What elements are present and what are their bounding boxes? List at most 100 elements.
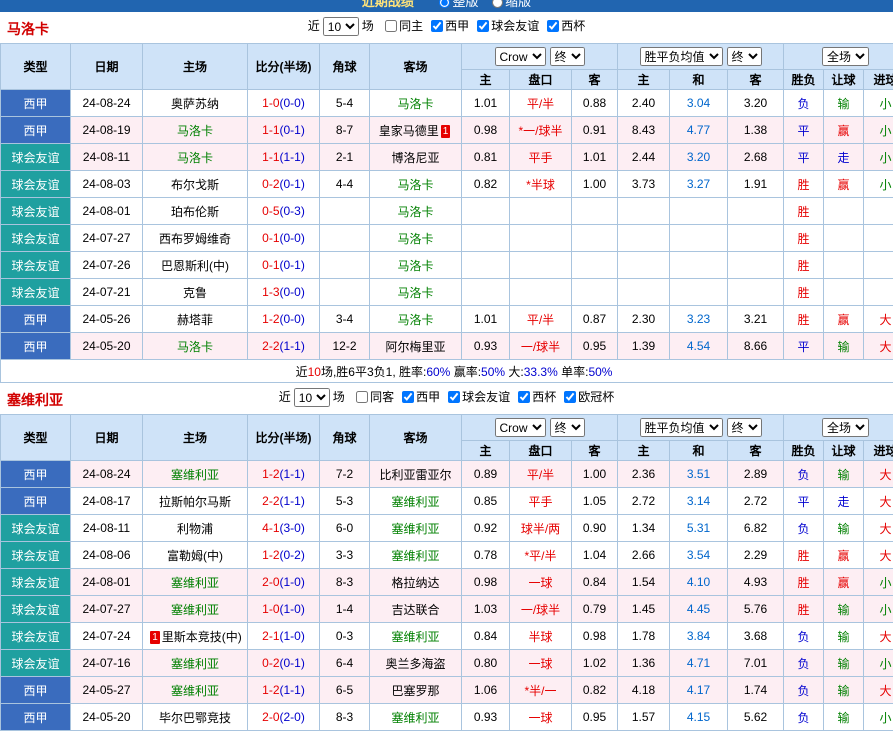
away-team-name[interactable]: 塞维利亚 — [391, 549, 439, 563]
filter-checkbox[interactable]: 欧冠杯 — [564, 390, 614, 404]
filter-checkbox[interactable]: 球会友谊 — [448, 390, 510, 404]
score-cell: 0-2(0-1) — [248, 650, 320, 677]
away-team-name[interactable]: 奥兰多海盗 — [385, 657, 445, 671]
home-team-name[interactable]: 拉斯帕尔马斯 — [159, 495, 231, 509]
home-team-name[interactable]: 马洛卡 — [177, 124, 213, 138]
filter-checkbox[interactable]: 球会友谊 — [477, 19, 539, 33]
odds-away-cell: 0.95 — [572, 333, 618, 360]
checkbox-input[interactable] — [547, 20, 559, 32]
home-team-name[interactable]: 利物浦 — [177, 522, 213, 536]
avg-draw-cell: 5.31 — [670, 515, 728, 542]
away-team-name[interactable]: 格拉纳达 — [391, 576, 439, 590]
sub-col-letball: 让球 — [824, 70, 864, 90]
away-team-name[interactable]: 吉达联合 — [391, 603, 439, 617]
checkbox-input[interactable] — [477, 20, 489, 32]
away-team-name[interactable]: 塞维利亚 — [391, 495, 439, 509]
home-team-name[interactable]: 富勒姆(中) — [167, 549, 223, 563]
odds-home-cell: 0.98 — [462, 117, 510, 144]
home-team-name[interactable]: 西布罗姆维奇 — [159, 232, 231, 246]
away-team-name[interactable]: 皇家马德里 — [379, 124, 439, 138]
radio-compact-version[interactable]: 缩版 — [482, 0, 531, 9]
home-team-name[interactable]: 珀布伦斯 — [171, 205, 219, 219]
away-team-name[interactable]: 马洛卡 — [397, 232, 433, 246]
filter-bar: 近10场 同主西甲球会友谊西杯 — [0, 17, 893, 36]
odds-home-cell — [462, 198, 510, 225]
avg-select[interactable]: 胜平负均值 — [640, 47, 723, 66]
avg-home-cell — [618, 225, 670, 252]
home-team-name[interactable]: 奥萨苏纳 — [171, 97, 219, 111]
home-team-name[interactable]: 塞维利亚 — [171, 603, 219, 617]
home-team-name[interactable]: 塞维利亚 — [171, 468, 219, 482]
match-date: 24-08-03 — [71, 171, 143, 198]
home-team-name[interactable]: 马洛卡 — [177, 340, 213, 354]
away-team-name[interactable]: 博洛尼亚 — [391, 151, 439, 165]
away-team-name[interactable]: 马洛卡 — [397, 178, 433, 192]
away-team-cell: 格拉纳达 — [370, 569, 462, 596]
avg-away-cell: 2.72 — [728, 488, 784, 515]
home-team-name[interactable]: 马洛卡 — [177, 151, 213, 165]
away-team-name[interactable]: 马洛卡 — [397, 259, 433, 273]
away-team-name[interactable]: 马洛卡 — [397, 205, 433, 219]
avg-final-select[interactable]: 终 — [727, 47, 762, 66]
filter-checkbox[interactable]: 西甲 — [431, 19, 469, 33]
checkbox-input[interactable] — [356, 391, 368, 403]
away-team-name[interactable]: 阿尔梅里亚 — [385, 340, 445, 354]
halftime-score: (0-1) — [280, 656, 305, 670]
home-team-name[interactable]: 塞维利亚 — [171, 684, 219, 698]
away-team-name[interactable]: 塞维利亚 — [391, 522, 439, 536]
odds-away-cell: 0.82 — [572, 677, 618, 704]
avg-select[interactable]: 胜平负均值 — [640, 418, 723, 437]
home-team-name[interactable]: 里斯本竞技(中) — [162, 630, 242, 644]
radio-full-version[interactable]: 整版 — [429, 0, 478, 9]
home-team-name[interactable]: 毕尔巴鄂竞技 — [159, 711, 231, 725]
checkbox-input[interactable] — [518, 391, 530, 403]
halftime-score: (0-0) — [280, 312, 305, 326]
filter-checkbox[interactable]: 西杯 — [547, 19, 585, 33]
score-cell: 1-2(0-2) — [248, 542, 320, 569]
away-team-name[interactable]: 巴塞罗那 — [391, 684, 439, 698]
checkbox-input[interactable] — [385, 20, 397, 32]
home-team-cell: 塞维利亚 — [143, 461, 248, 488]
radio-compact-input[interactable] — [492, 0, 503, 8]
home-team-cell: 马洛卡 — [143, 333, 248, 360]
filter-checkbox[interactable]: 西甲 — [402, 390, 440, 404]
avg-home-cell: 1.34 — [618, 515, 670, 542]
home-team-name[interactable]: 塞维利亚 — [171, 576, 219, 590]
filter-checkbox[interactable]: 同主 — [385, 19, 423, 33]
match-count-select[interactable]: 10 — [323, 17, 359, 36]
avg-draw-cell: 4.77 — [670, 117, 728, 144]
goals-result-cell: 大 — [864, 677, 893, 704]
away-team-name[interactable]: 塞维利亚 — [391, 630, 439, 644]
league-type-cell: 西甲 — [1, 306, 71, 333]
checkbox-input[interactable] — [402, 391, 414, 403]
home-team-name[interactable]: 赫塔菲 — [177, 313, 213, 327]
radio-full-input[interactable] — [439, 0, 450, 8]
fulltime-select[interactable]: 全场 — [822, 47, 869, 66]
away-team-name[interactable]: 马洛卡 — [397, 313, 433, 327]
away-team-name[interactable]: 塞维利亚 — [391, 711, 439, 725]
filter-checkbox[interactable]: 西杯 — [518, 390, 556, 404]
avg-final-select[interactable]: 终 — [727, 418, 762, 437]
checkbox-input[interactable] — [431, 20, 443, 32]
fulltime-select[interactable]: 全场 — [822, 418, 869, 437]
checkbox-input[interactable] — [564, 391, 576, 403]
bookmaker-select[interactable]: Crow — [495, 47, 546, 66]
home-team-name[interactable]: 塞维利亚 — [171, 657, 219, 671]
away-team-name[interactable]: 马洛卡 — [397, 97, 433, 111]
league-type-cell: 球会友谊 — [1, 650, 71, 677]
away-team-name[interactable]: 马洛卡 — [397, 286, 433, 300]
home-team-name[interactable]: 巴恩斯利(中) — [161, 259, 229, 273]
away-team-name[interactable]: 比利亚雷亚尔 — [379, 468, 451, 482]
checkbox-input[interactable] — [448, 391, 460, 403]
corner-cell: 12-2 — [320, 333, 370, 360]
odds-final-select[interactable]: 终 — [550, 418, 585, 437]
match-count-select[interactable]: 10 — [294, 388, 330, 407]
odds-final-select[interactable]: 终 — [550, 47, 585, 66]
fulltime-score: 1-1 — [262, 123, 279, 137]
match-row: 西甲 24-05-20 马洛卡 2-2(1-1) 12-2 阿尔梅里亚 0.93… — [1, 333, 893, 360]
home-team-name[interactable]: 布尔戈斯 — [171, 178, 219, 192]
avg-home-cell: 1.36 — [618, 650, 670, 677]
home-team-name[interactable]: 克鲁 — [183, 286, 207, 300]
filter-checkbox[interactable]: 同客 — [356, 390, 394, 404]
bookmaker-select[interactable]: Crow — [495, 418, 546, 437]
